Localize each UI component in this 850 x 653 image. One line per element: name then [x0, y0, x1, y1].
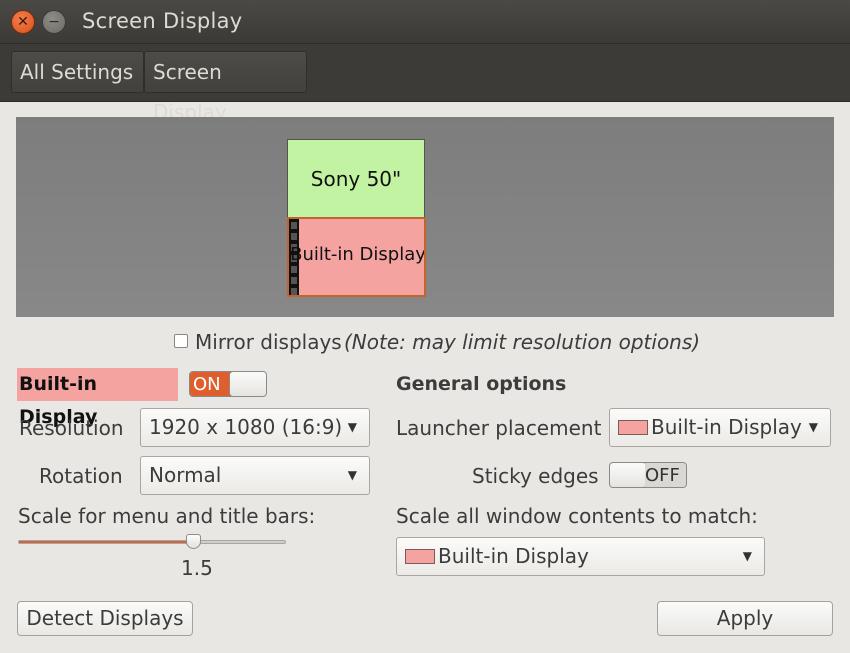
scale-all-label: Scale all window contents to match: [396, 504, 758, 528]
detect-displays-button[interactable]: Detect Displays [17, 601, 193, 636]
selected-display-name: Built-in Display [17, 368, 178, 428]
minimize-icon[interactable]: − [42, 10, 66, 34]
rotation-label: Rotation [39, 464, 123, 488]
window-title: Screen Display [82, 9, 243, 33]
monitor-sony[interactable]: Sony 50" [287, 139, 425, 218]
resolution-label: Resolution [19, 416, 124, 440]
all-settings-button[interactable]: All Settings [11, 51, 144, 93]
screen-display-breadcrumb[interactable]: Screen Display [144, 51, 307, 124]
resolution-value: 1920 x 1080 (16:9) [149, 415, 343, 439]
scale-slider-track[interactable] [18, 540, 286, 544]
chevron-down-icon: ▼ [808, 420, 818, 434]
scale-slider-fill [19, 541, 195, 543]
chevron-down-icon: ▼ [347, 468, 357, 482]
monitor-sony-label: Sony 50" [310, 166, 402, 191]
sticky-edges-toggle[interactable]: OFF [609, 462, 687, 488]
monitor-builtin[interactable]: Built-in Display [287, 217, 426, 297]
mirror-displays-checkbox[interactable] [174, 334, 188, 348]
monitor-builtin-label: Built-in Display [290, 244, 426, 265]
apply-button[interactable]: Apply [657, 601, 833, 636]
scale-all-dropdown[interactable]: Built-in Display ▼ [396, 537, 765, 576]
close-icon[interactable]: ✕ [11, 10, 35, 34]
breadcrumb: All Settings Screen Display [0, 44, 850, 124]
scale-all-value: Built-in Display [438, 544, 589, 568]
chevron-down-icon: ▼ [347, 420, 357, 434]
scale-menu-label: Scale for menu and title bars: [18, 504, 316, 528]
toggle-off-label: OFF [645, 463, 686, 487]
launcher-placement-label: Launcher placement [396, 416, 602, 440]
toggle-knob [610, 463, 647, 487]
title-bar: ✕ − Screen Display [0, 0, 850, 44]
chevron-down-icon: ▼ [742, 549, 752, 563]
rotation-dropdown[interactable]: Normal ▼ [140, 456, 370, 495]
resolution-dropdown[interactable]: 1920 x 1080 (16:9) ▼ [140, 408, 370, 447]
mirror-displays-label[interactable]: Mirror displays [195, 330, 342, 354]
scale-value: 1.5 [181, 556, 213, 580]
toggle-on-label: ON [190, 372, 234, 396]
rotation-value: Normal [149, 463, 222, 487]
display-color-swatch-icon [618, 420, 648, 435]
launcher-placement-dropdown[interactable]: Built-in Display ▼ [609, 408, 831, 447]
launcher-placement-value: Built-in Display [651, 415, 802, 439]
display-on-toggle[interactable]: ON [189, 371, 267, 397]
mirror-displays-note: (Note: may limit resolution options) [344, 330, 701, 354]
display-color-swatch-icon [405, 549, 435, 564]
sticky-edges-label: Sticky edges [472, 464, 599, 488]
scale-slider-handle[interactable] [186, 534, 201, 549]
toggle-knob [229, 372, 266, 396]
general-options-heading: General options [396, 373, 567, 395]
